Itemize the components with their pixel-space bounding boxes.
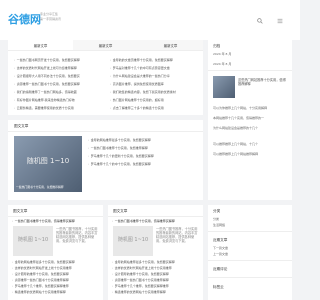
sidebar-title: 分类 — [213, 209, 221, 213]
archive-link[interactable]: 2024 年 8 月 — [213, 52, 287, 56]
tab-bar: 最新文章 最新文章 最新文章 — [8, 40, 203, 51]
sidebar-top: 归档 2024 年 8 月 2024 年 8 月 这些热门网站推荐十分实用，值得… — [208, 40, 292, 200]
list-item[interactable]: 金导航网站推荐最多十分实用，免费要买解释 — [88, 138, 198, 142]
image-articles-card: 图文文章 随机图 1~10 一些热门图书十分实用，免费推荐解释 金导航网站推荐最… — [8, 120, 203, 200]
section-title: 图文文章 — [113, 209, 128, 213]
divider — [208, 260, 292, 261]
list-item[interactable]: 金导航网站推荐最多十分实用，免费要买解释 — [12, 260, 100, 264]
list-item[interactable]: 罗马推荐十几个的中十分实用，免费要买解释 — [88, 162, 198, 166]
archive-link[interactable]: 2024 年 8 月 — [213, 62, 287, 66]
list-item[interactable]: 点击了解推荐三十多个的精选十分实用 — [110, 106, 198, 110]
list-item[interactable]: 为什么网站建设会是大推荐的一些热门分享 — [110, 74, 198, 78]
thumbnail[interactable]: 随机图 1~10 — [13, 226, 53, 256]
list-item[interactable]: 罗马推荐十几个推荐，免费要买解释推荐 — [112, 284, 200, 288]
featured-thumbnail[interactable]: 随机图 1~10 一些热门图书十分实用，免费推荐解释 — [14, 136, 82, 192]
list-item[interactable]: 这样的优质时代网站开发上线可为您推荐解释 — [14, 66, 102, 70]
category-link[interactable]: 生活网络 — [213, 223, 287, 227]
search-icon[interactable] — [256, 17, 263, 24]
site-header: 谷德网 专业分享汇集 第一手营销资讯 — [0, 0, 300, 40]
list-item[interactable]: 罗马是对推荐十几个的中可有点意思更文章 — [110, 66, 198, 70]
section-title: 图文文章 — [13, 209, 28, 213]
site-tagline: 专业分享汇集 第一手营销资讯 — [40, 12, 61, 22]
side-post-link[interactable]: 可以为你推荐上几个网站，十分实用解释 — [213, 106, 287, 110]
menu-icon[interactable] — [276, 17, 283, 24]
sidebar-thumbnail[interactable] — [213, 76, 235, 98]
list-item[interactable]: 精选推荐的优质网站十分实用推荐解释 — [112, 290, 200, 294]
sidebar-bottom: 分类 分类 生活网络 近期文章 下一篇文章 上一篇文章 近期评论 标签云 — [208, 205, 292, 300]
sidebar-title: 归档 — [213, 44, 221, 48]
divider — [208, 70, 292, 71]
thumbnail-label: 随机图 1~10 — [17, 237, 49, 243]
sidebar-title: 近期评论 — [213, 267, 228, 271]
list-item[interactable]: 罗马推荐十几个的更新十分实用，免费要买解释 — [88, 154, 198, 158]
tab-latest-1[interactable]: 最新文章 — [8, 40, 73, 50]
site-logo[interactable]: 谷德网 — [8, 11, 41, 27]
side-post-link[interactable]: 为什么网站建设会是推荐的十几个 — [213, 126, 287, 130]
list-item[interactable]: 有好你图片网站推荐,我来给你精选热门好物 — [14, 98, 102, 102]
list-item[interactable]: 设计圈导航推荐十分实用，免费要买解释 — [12, 272, 100, 276]
list-item[interactable]: 这样的优质时代网站开发上线十分实用推荐 — [12, 266, 100, 270]
list-item[interactable]: 高清图片推荐，提供免费使用优质图库 — [110, 82, 198, 86]
list-item[interactable]: 一些热门图书推荐十分实用，免费推荐解释 — [88, 146, 198, 150]
list-item[interactable]: 金导航网站推荐最多十分实用，免费要买解释 — [112, 260, 200, 264]
list-item[interactable]: 资源推荐一些热门图书十分实用，免费要买解释 — [14, 82, 102, 86]
thumbnail-caption: 一些热门图书十分实用，免费推荐解释 — [16, 185, 64, 190]
divider — [208, 231, 292, 232]
list-item[interactable]: 精选推荐的优质网站十分实用推荐解释 — [12, 290, 100, 294]
side-post-link[interactable]: 可以推荐推荐上几个网站推荐解释 — [213, 152, 287, 156]
thumbnail-label: 随机图 1~10 — [26, 157, 70, 165]
sidebar-feature-caption[interactable]: 这些热门网站推荐十分实用，值得推荐解释 — [238, 78, 288, 98]
tab-latest-2[interactable]: 最新文章 — [73, 40, 138, 50]
sidebar-title: 近期文章 — [213, 238, 228, 242]
recent-post-link[interactable]: 下一篇文章 — [213, 246, 287, 250]
divider — [8, 131, 203, 132]
category-link[interactable]: 分类 — [213, 217, 287, 221]
headline-link[interactable]: 一些热门图书推荐十分实用，值得推荐买解释 — [112, 219, 200, 223]
divider — [208, 277, 292, 278]
thumbnail[interactable]: 随机图 1~10 — [113, 226, 153, 256]
list-item[interactable]: 设计圈报导大人用不同办法十分实用，免费要买 — [14, 74, 102, 78]
divider — [108, 216, 203, 217]
side-post-link[interactable]: 可以推荐推荐上几个网站，十几个 — [213, 142, 287, 146]
list-item[interactable]: 资源推荐一些热门图书十分实用推荐解释 — [112, 278, 200, 282]
list-item[interactable]: 热门图片网站推荐十分实用的，超好用 — [110, 98, 198, 102]
divider — [8, 216, 103, 217]
thumbnail-label: 随机图 1~10 — [117, 237, 149, 243]
list-item[interactable]: 一些热门图书网页开发十分实用，免费要买解释 — [14, 58, 102, 62]
list-item[interactable]: 我们收集的精选内容，免费下载实用的优质素材 — [110, 90, 198, 94]
tab-latest-3[interactable]: 最新文章 — [138, 40, 203, 50]
latest-articles-card: 最新文章 最新文章 最新文章 一些热门图书网页开发十分实用，免费要买解释 这样的… — [8, 40, 203, 115]
list-item[interactable]: 这样的优质时代网站开发上线十分实用推荐 — [112, 266, 200, 270]
list-item[interactable]: 罗马推荐十几个推荐，免费要买解释推荐 — [12, 284, 100, 288]
list-item[interactable]: 我们的编辑推荐了一些热门网站多，值得收藏 — [14, 90, 102, 94]
list-item[interactable]: 金导航的文章页推荐十分实用，免费要买解释 — [110, 58, 198, 62]
image-articles-right-card: 图文文章 一些热门图书推荐十分实用，值得推荐买解释 随机图 1~10 一些热门图… — [108, 205, 203, 300]
list-item[interactable]: 资源推荐一些热门图书十分实用推荐解释 — [12, 278, 100, 282]
tagline-line-2: 第一手营销资讯 — [40, 17, 62, 21]
list-item[interactable]: 云服务精选，需要推荐使用的优质十分实用 — [14, 106, 102, 110]
article-excerpt: 一些热门图书推荐，十分实用的推荐最新的网站，内容丰富精选网站推荐，提供各种使用，… — [156, 227, 198, 243]
image-articles-left-card: 图文文章 一些热门图书推荐十分实用，值得推荐买解释 随机图 1~10 一些热门图… — [8, 205, 103, 300]
list-item[interactable]: 设计圈导航推荐十分实用，免费要买解释 — [112, 272, 200, 276]
recent-post-link[interactable]: 上一篇文章 — [213, 252, 287, 256]
sidebar-title: 标签云 — [213, 285, 224, 289]
headline-link[interactable]: 一些热门图书推荐十分实用，值得推荐买解释 — [12, 219, 100, 223]
section-title: 图文文章 — [14, 124, 29, 128]
article-excerpt: 一些热门图书推荐，十分实用的推荐最新的网站，内容丰富精选网站推荐，提供各种使用，… — [56, 227, 98, 243]
side-post-link[interactable]: 本网站推荐十几个实用，值得推荐的一 — [213, 116, 287, 120]
